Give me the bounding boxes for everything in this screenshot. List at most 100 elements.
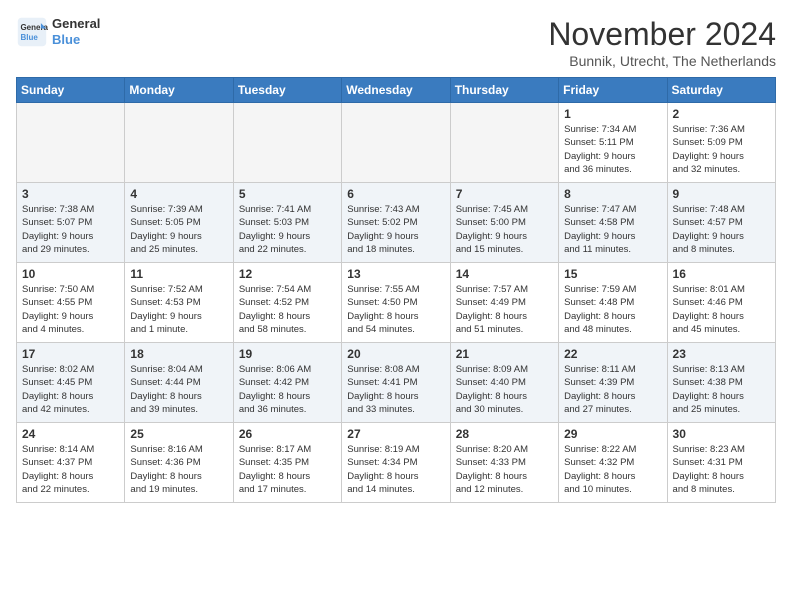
calendar-cell: [233, 103, 341, 183]
calendar-cell: [450, 103, 558, 183]
day-number: 9: [673, 187, 770, 201]
day-info: Sunrise: 8:23 AM Sunset: 4:31 PM Dayligh…: [673, 443, 770, 496]
calendar-cell: 5 Sunrise: 7:41 AM Sunset: 5:03 PM Daylig…: [233, 183, 341, 263]
location: Bunnik, Utrecht, The Netherlands: [548, 53, 776, 69]
day-number: 22: [564, 347, 661, 361]
day-number: 25: [130, 427, 227, 441]
day-number: 12: [239, 267, 336, 281]
day-info: Sunrise: 8:19 AM Sunset: 4:34 PM Dayligh…: [347, 443, 444, 496]
header-friday: Friday: [559, 78, 667, 103]
day-info: Sunrise: 7:57 AM Sunset: 4:49 PM Dayligh…: [456, 283, 553, 336]
week-row-2: 10Sunrise: 7:50 AM Sunset: 4:55 PM Dayli…: [17, 263, 776, 343]
svg-text:Blue: Blue: [20, 33, 38, 42]
day-number: 2: [673, 107, 770, 121]
day-info: Sunrise: 7:59 AM Sunset: 4:48 PM Dayligh…: [564, 283, 661, 336]
calendar-cell: 8 Sunrise: 7:47 AM Sunset: 4:58 PM Daylig…: [559, 183, 667, 263]
calendar-cell: 13Sunrise: 7:55 AM Sunset: 4:50 PM Dayli…: [342, 263, 450, 343]
calendar-cell: 7Sunrise: 7:45 AM Sunset: 5:00 PM Daylig…: [450, 183, 558, 263]
calendar-cell: 2 Sunrise: 7:36 AM Sunset: 5:09 PM Daylig…: [667, 103, 775, 183]
day-info: Sunrise: 7:50 AM Sunset: 4:55 PM Dayligh…: [22, 283, 119, 336]
header-monday: Monday: [125, 78, 233, 103]
day-info: Sunrise: 8:11 AM Sunset: 4:39 PM Dayligh…: [564, 363, 661, 416]
calendar-cell: [125, 103, 233, 183]
day-info: Sunrise: 7:39 AM Sunset: 5:05 PM Dayligh…: [130, 203, 227, 256]
day-number: 5: [239, 187, 336, 201]
day-info: Sunrise: 8:16 AM Sunset: 4:36 PM Dayligh…: [130, 443, 227, 496]
calendar-cell: 23 Sunrise: 8:13 AM Sunset: 4:38 PM Dayli…: [667, 343, 775, 423]
header-wednesday: Wednesday: [342, 78, 450, 103]
day-info: Sunrise: 7:47 AM Sunset: 4:58 PM Dayligh…: [564, 203, 661, 256]
title-block: November 2024 Bunnik, Utrecht, The Nethe…: [548, 16, 776, 69]
calendar-cell: 4 Sunrise: 7:39 AM Sunset: 5:05 PM Daylig…: [125, 183, 233, 263]
calendar-cell: 29 Sunrise: 8:22 AM Sunset: 4:32 PM Dayli…: [559, 423, 667, 503]
calendar-cell: 24 Sunrise: 8:14 AM Sunset: 4:37 PM Dayli…: [17, 423, 125, 503]
day-info: Sunrise: 7:38 AM Sunset: 5:07 PM Dayligh…: [22, 203, 119, 256]
calendar-cell: 25 Sunrise: 8:16 AM Sunset: 4:36 PM Dayli…: [125, 423, 233, 503]
month-title: November 2024: [548, 16, 776, 53]
day-number: 4: [130, 187, 227, 201]
day-info: Sunrise: 7:45 AM Sunset: 5:00 PM Dayligh…: [456, 203, 553, 256]
day-info: Sunrise: 8:02 AM Sunset: 4:45 PM Dayligh…: [22, 363, 119, 416]
calendar-cell: 27 Sunrise: 8:19 AM Sunset: 4:34 PM Dayli…: [342, 423, 450, 503]
day-info: Sunrise: 7:52 AM Sunset: 4:53 PM Dayligh…: [130, 283, 227, 336]
day-info: Sunrise: 8:13 AM Sunset: 4:38 PM Dayligh…: [673, 363, 770, 416]
calendar-cell: 28 Sunrise: 8:20 AM Sunset: 4:33 PM Dayli…: [450, 423, 558, 503]
day-info: Sunrise: 8:20 AM Sunset: 4:33 PM Dayligh…: [456, 443, 553, 496]
day-number: 19: [239, 347, 336, 361]
calendar-cell: 26Sunrise: 8:17 AM Sunset: 4:35 PM Dayli…: [233, 423, 341, 503]
day-number: 8: [564, 187, 661, 201]
calendar-cell: 19 Sunrise: 8:06 AM Sunset: 4:42 PM Dayli…: [233, 343, 341, 423]
day-info: Sunrise: 7:34 AM Sunset: 5:11 PM Dayligh…: [564, 123, 661, 176]
day-info: Sunrise: 7:43 AM Sunset: 5:02 PM Dayligh…: [347, 203, 444, 256]
day-info: Sunrise: 7:41 AM Sunset: 5:03 PM Dayligh…: [239, 203, 336, 256]
logo-line1: General: [52, 16, 100, 32]
calendar-cell: 3 Sunrise: 7:38 AM Sunset: 5:07 PM Daylig…: [17, 183, 125, 263]
week-row-4: 24 Sunrise: 8:14 AM Sunset: 4:37 PM Dayli…: [17, 423, 776, 503]
week-row-0: 1 Sunrise: 7:34 AM Sunset: 5:11 PM Daylig…: [17, 103, 776, 183]
day-info: Sunrise: 7:55 AM Sunset: 4:50 PM Dayligh…: [347, 283, 444, 336]
calendar-cell: 21Sunrise: 8:09 AM Sunset: 4:40 PM Dayli…: [450, 343, 558, 423]
calendar-cell: 18Sunrise: 8:04 AM Sunset: 4:44 PM Dayli…: [125, 343, 233, 423]
calendar-cell: 9 Sunrise: 7:48 AM Sunset: 4:57 PM Daylig…: [667, 183, 775, 263]
day-info: Sunrise: 8:08 AM Sunset: 4:41 PM Dayligh…: [347, 363, 444, 416]
day-number: 6: [347, 187, 444, 201]
day-info: Sunrise: 8:06 AM Sunset: 4:42 PM Dayligh…: [239, 363, 336, 416]
calendar-cell: 10Sunrise: 7:50 AM Sunset: 4:55 PM Dayli…: [17, 263, 125, 343]
day-number: 27: [347, 427, 444, 441]
day-number: 3: [22, 187, 119, 201]
logo-icon: General Blue: [16, 16, 48, 48]
day-info: Sunrise: 7:48 AM Sunset: 4:57 PM Dayligh…: [673, 203, 770, 256]
day-number: 23: [673, 347, 770, 361]
day-info: Sunrise: 7:54 AM Sunset: 4:52 PM Dayligh…: [239, 283, 336, 336]
day-info: Sunrise: 8:01 AM Sunset: 4:46 PM Dayligh…: [673, 283, 770, 336]
calendar-cell: 12 Sunrise: 7:54 AM Sunset: 4:52 PM Dayli…: [233, 263, 341, 343]
logo: General Blue General Blue: [16, 16, 100, 48]
day-number: 17: [22, 347, 119, 361]
day-number: 24: [22, 427, 119, 441]
day-info: Sunrise: 8:22 AM Sunset: 4:32 PM Dayligh…: [564, 443, 661, 496]
day-number: 30: [673, 427, 770, 441]
day-number: 20: [347, 347, 444, 361]
day-info: Sunrise: 8:14 AM Sunset: 4:37 PM Dayligh…: [22, 443, 119, 496]
day-number: 1: [564, 107, 661, 121]
day-number: 18: [130, 347, 227, 361]
week-row-3: 17 Sunrise: 8:02 AM Sunset: 4:45 PM Dayli…: [17, 343, 776, 423]
day-number: 16: [673, 267, 770, 281]
calendar-cell: [17, 103, 125, 183]
header-tuesday: Tuesday: [233, 78, 341, 103]
calendar-cell: 22 Sunrise: 8:11 AM Sunset: 4:39 PM Dayli…: [559, 343, 667, 423]
calendar-cell: 15 Sunrise: 7:59 AM Sunset: 4:48 PM Dayli…: [559, 263, 667, 343]
day-number: 29: [564, 427, 661, 441]
calendar-table: SundayMondayTuesdayWednesdayThursdayFrid…: [16, 77, 776, 503]
day-info: Sunrise: 8:09 AM Sunset: 4:40 PM Dayligh…: [456, 363, 553, 416]
day-number: 15: [564, 267, 661, 281]
calendar-cell: 1 Sunrise: 7:34 AM Sunset: 5:11 PM Daylig…: [559, 103, 667, 183]
header-sunday: Sunday: [17, 78, 125, 103]
day-number: 28: [456, 427, 553, 441]
header-saturday: Saturday: [667, 78, 775, 103]
day-info: Sunrise: 7:36 AM Sunset: 5:09 PM Dayligh…: [673, 123, 770, 176]
page-header: General Blue General Blue November 2024 …: [16, 16, 776, 69]
logo-line2: Blue: [52, 32, 100, 48]
calendar-cell: 17 Sunrise: 8:02 AM Sunset: 4:45 PM Dayli…: [17, 343, 125, 423]
calendar-cell: 11Sunrise: 7:52 AM Sunset: 4:53 PM Dayli…: [125, 263, 233, 343]
